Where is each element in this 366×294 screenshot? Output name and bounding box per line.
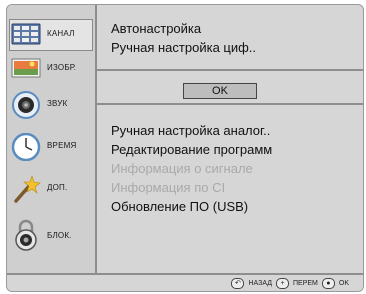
clock-icon (11, 133, 41, 161)
section-divider (97, 69, 363, 71)
sidebar-item-extra[interactable]: ДОП. (7, 169, 95, 209)
sidebar-item-lock[interactable]: БЛОК. (7, 217, 95, 257)
sidebar-item-label: ВРЕМЯ (47, 141, 77, 150)
magic-wand-icon (14, 175, 41, 203)
back-hint-label: НАЗАД (248, 280, 272, 287)
ok-button-icon: ● (321, 278, 335, 289)
menu-item-auto-tune[interactable]: Автонастройка (111, 21, 201, 36)
move-hint-label: ПЕРЕМ (293, 280, 318, 287)
lock-icon (15, 219, 37, 251)
sidebar-item-label: ИЗОБР. (47, 63, 77, 72)
menu-item-edit-programs[interactable]: Редактирование программ (111, 142, 272, 157)
menu-item-signal-info: Информация о сигнале (111, 161, 253, 176)
sidebar: КАНАЛ ИЗОБР. ЗВУК ВРЕМЯ ДОП. БЛОК. (7, 5, 95, 273)
tv-menu-window: КАНАЛ ИЗОБР. ЗВУК ВРЕМЯ ДОП. БЛОК. Автон… (6, 4, 364, 292)
ok-button[interactable]: OK (183, 83, 257, 99)
sidebar-item-picture[interactable]: ИЗОБР. (7, 49, 95, 89)
speaker-icon (12, 91, 40, 119)
ok-hint-label: OK (338, 280, 349, 287)
move-cross-icon: + (276, 278, 289, 289)
sidebar-item-label: БЛОК. (47, 231, 72, 240)
menu-item-manual-digital-tune[interactable]: Ручная настройка циф.. (111, 40, 256, 55)
sidebar-item-label: ДОП. (47, 183, 68, 192)
channel-menu-panel: Автонастройка Ручная настройка циф.. OK … (97, 5, 363, 273)
section-divider (97, 103, 363, 105)
picture-icon (11, 58, 41, 78)
menu-item-ci-info: Информация по CI (111, 180, 226, 195)
back-arrow-icon: ↶ (231, 278, 245, 289)
menu-item-manual-analog-tune[interactable]: Ручная настройка аналог.. (111, 123, 270, 138)
footer-hints: ↶ НАЗАД + ПЕРЕМ ● OK (7, 273, 363, 291)
sidebar-item-sound[interactable]: ЗВУК (7, 85, 95, 125)
sidebar-item-label: КАНАЛ (47, 29, 75, 38)
sidebar-item-time[interactable]: ВРЕМЯ (7, 127, 95, 167)
sidebar-item-label: ЗВУК (47, 99, 68, 108)
menu-item-software-update-usb[interactable]: Обновление ПО (USB) (111, 199, 248, 214)
tv-channel-icon (11, 23, 41, 45)
